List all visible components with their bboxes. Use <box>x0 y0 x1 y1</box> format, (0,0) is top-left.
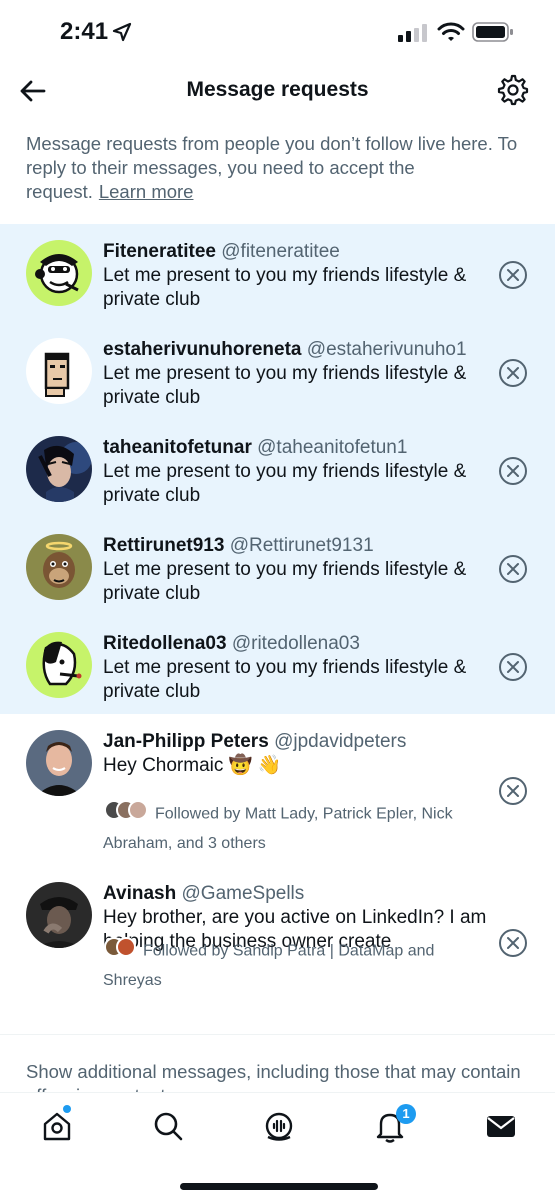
home-tab[interactable] <box>40 1109 74 1143</box>
page-title: Message requests <box>186 78 369 101</box>
follower-avatars <box>103 936 137 967</box>
followed-by-text: Followed by Sandip Patra | DataMap and S… <box>103 942 435 989</box>
avatar <box>26 882 92 948</box>
close-circle-icon <box>499 555 527 583</box>
dismiss-button[interactable] <box>498 260 528 290</box>
dismiss-button[interactable] <box>498 456 528 486</box>
sender-name: Ritedollena03 <box>103 633 227 654</box>
dismiss-button[interactable] <box>498 776 528 806</box>
sender-handle: @GameSpells <box>181 883 305 904</box>
gear-icon <box>497 74 529 106</box>
message-request-list: Fiteneratitee @fiteneratitee Let me pres… <box>0 224 555 1026</box>
message-request-item[interactable]: estaherivunuhoreneta @estaherivunuho1 Le… <box>0 322 555 420</box>
avatar <box>26 632 92 698</box>
avatar <box>26 338 92 404</box>
location-arrow-icon <box>112 22 132 47</box>
close-circle-icon <box>499 261 527 289</box>
message-preview: Let me present to you my friends lifesty… <box>103 461 467 506</box>
header: Message requests <box>0 62 555 118</box>
notifications-badge: 1 <box>396 1104 416 1124</box>
sender-handle: @jpdavidpeters <box>274 731 407 752</box>
followed-by-text: Followed by Matt Lady, Patrick Epler, Ni… <box>103 805 453 852</box>
dismiss-button[interactable] <box>498 554 528 584</box>
sender-name: estaherivunuhoreneta <box>103 339 302 360</box>
home-indicator <box>180 1183 378 1190</box>
sender-name: Jan-Philipp Peters <box>103 731 269 752</box>
followed-by: Followed by Matt Lady, Patrick Epler, Ni… <box>103 799 488 857</box>
sender-handle: @ritedollena03 <box>231 633 360 654</box>
divider <box>0 1034 555 1035</box>
settings-button[interactable] <box>497 74 529 106</box>
cellular-signal-icon <box>398 24 428 47</box>
message-preview: Let me present to you my friends lifesty… <box>103 657 467 702</box>
messages-icon <box>487 1116 515 1137</box>
message-request-item[interactable]: Fiteneratitee @fiteneratitee Let me pres… <box>0 224 555 322</box>
request-text: taheanitofetunar @taheanitofetun1 Let me… <box>103 436 488 508</box>
message-request-item[interactable]: Ritedollena03 @ritedollena03 Let me pres… <box>0 616 555 714</box>
sender-handle: @Rettirunet9131 <box>229 535 374 556</box>
sender-name: Fiteneratitee <box>103 241 216 262</box>
battery-icon <box>472 22 514 47</box>
sender-handle: @estaherivunuho1 <box>306 339 467 360</box>
close-circle-icon <box>499 653 527 681</box>
close-circle-icon <box>499 929 527 957</box>
message-request-item[interactable]: taheanitofetunar @taheanitofetun1 Let me… <box>0 420 555 518</box>
intro-text: Message requests from people you don’t f… <box>26 132 536 204</box>
request-text: estaherivunuhoreneta @estaherivunuho1 Le… <box>103 338 488 410</box>
status-time: 2:41 <box>60 18 109 45</box>
request-text: Fiteneratitee @fiteneratitee Let me pres… <box>103 240 488 312</box>
conversation-text: Jan-Philipp Peters @jpdavidpeters Hey Ch… <box>103 730 488 778</box>
avatar <box>26 240 92 306</box>
home-icon <box>43 1112 71 1141</box>
message-preview: Let me present to you my friends lifesty… <box>103 363 467 408</box>
status-bar: 2:41 <box>0 0 555 62</box>
avatar <box>26 436 92 502</box>
sender-name: taheanitofetunar <box>103 437 252 458</box>
message-request-item[interactable]: Avinash @GameSpells Hey brother, are you… <box>0 878 555 1026</box>
close-circle-icon <box>499 359 527 387</box>
request-text: Ritedollena03 @ritedollena03 Let me pres… <box>103 632 488 704</box>
message-preview: Let me present to you my friends lifesty… <box>103 265 467 310</box>
followed-by: Followed by Sandip Patra | DataMap and S… <box>103 936 488 994</box>
message-request-item[interactable]: Rettirunet913 @Rettirunet9131 Let me pre… <box>0 518 555 616</box>
sender-handle: @fiteneratitee <box>221 241 340 262</box>
request-text: Rettirunet913 @Rettirunet9131 Let me pre… <box>103 534 488 606</box>
search-tab[interactable] <box>151 1109 185 1143</box>
message-preview: Let me present to you my friends lifesty… <box>103 559 467 604</box>
wifi-icon <box>437 22 465 47</box>
spaces-icon <box>265 1112 293 1141</box>
search-icon <box>154 1112 183 1141</box>
avatar <box>26 730 92 796</box>
follower-avatars <box>103 799 149 830</box>
learn-more-link[interactable]: Learn more <box>99 181 194 202</box>
spaces-tab[interactable] <box>262 1109 296 1143</box>
close-circle-icon <box>499 777 527 805</box>
sender-name: Avinash <box>103 883 177 904</box>
message-preview: Hey Chormaic 🤠 👋 <box>103 755 282 776</box>
home-unread-dot <box>63 1105 71 1113</box>
sender-name: Rettirunet913 <box>103 535 225 556</box>
avatar <box>26 534 92 600</box>
close-circle-icon <box>499 457 527 485</box>
dismiss-button[interactable] <box>498 358 528 388</box>
message-request-item[interactable]: Jan-Philipp Peters @jpdavidpeters Hey Ch… <box>0 714 555 878</box>
dismiss-button[interactable] <box>498 652 528 682</box>
messages-tab[interactable] <box>484 1109 518 1143</box>
sender-handle: @taheanitofetun1 <box>257 437 408 458</box>
dismiss-button[interactable] <box>498 928 528 958</box>
